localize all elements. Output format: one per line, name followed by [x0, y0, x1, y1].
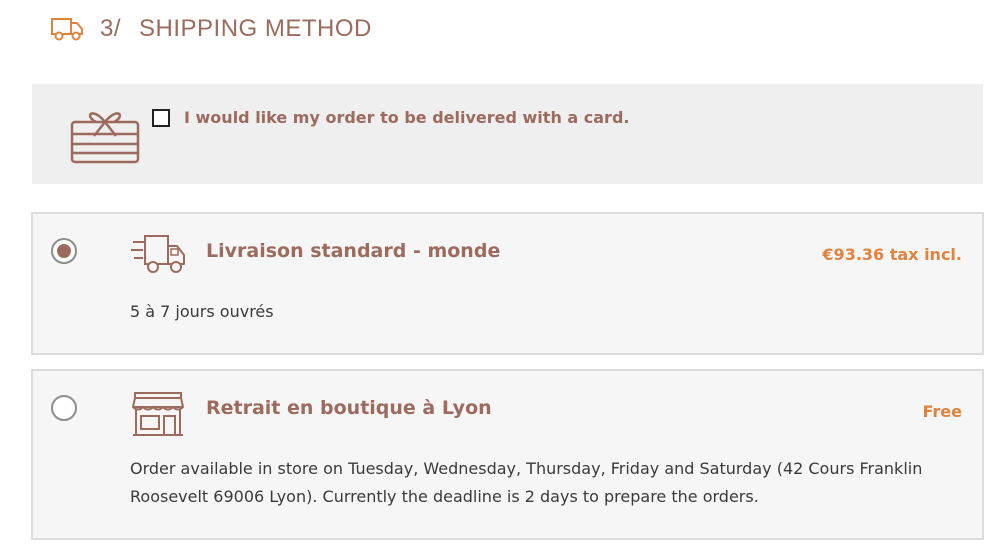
- step-header[interactable]: 3/ SHIPPING METHOD: [50, 12, 372, 46]
- gift-card-label[interactable]: I would like my order to be delivered wi…: [184, 108, 629, 127]
- carrier-radio-store-pickup[interactable]: [51, 395, 77, 421]
- carrier-price: Free: [922, 402, 963, 421]
- gift-card-icon: [70, 112, 140, 164]
- step-title: SHIPPING METHOD: [139, 15, 372, 42]
- truck-icon: [51, 18, 83, 41]
- step-number: 3/: [100, 15, 122, 42]
- fast-delivery-truck-icon: [131, 235, 185, 273]
- carrier-price: €93.36 tax incl.: [822, 245, 962, 264]
- carrier-option-store-pickup[interactable]: Retrait en boutique à Lyon Free Order av…: [31, 369, 984, 540]
- carrier-name: Retrait en boutique à Lyon: [206, 397, 492, 419]
- radio-selected-dot: [57, 244, 71, 258]
- carrier-delay: 5 à 7 jours ouvrés: [130, 302, 274, 321]
- storefront-icon: [132, 392, 184, 436]
- gift-card-section: I would like my order to be delivered wi…: [32, 84, 983, 184]
- carrier-option-standard[interactable]: Livraison standard - monde €93.36 tax in…: [31, 212, 984, 355]
- gift-card-checkbox[interactable]: [152, 109, 170, 127]
- carrier-name: Livraison standard - monde: [206, 240, 501, 262]
- carrier-radio-standard[interactable]: [51, 238, 77, 264]
- carrier-delay: Order available in store on Tuesday, Wed…: [130, 459, 923, 506]
